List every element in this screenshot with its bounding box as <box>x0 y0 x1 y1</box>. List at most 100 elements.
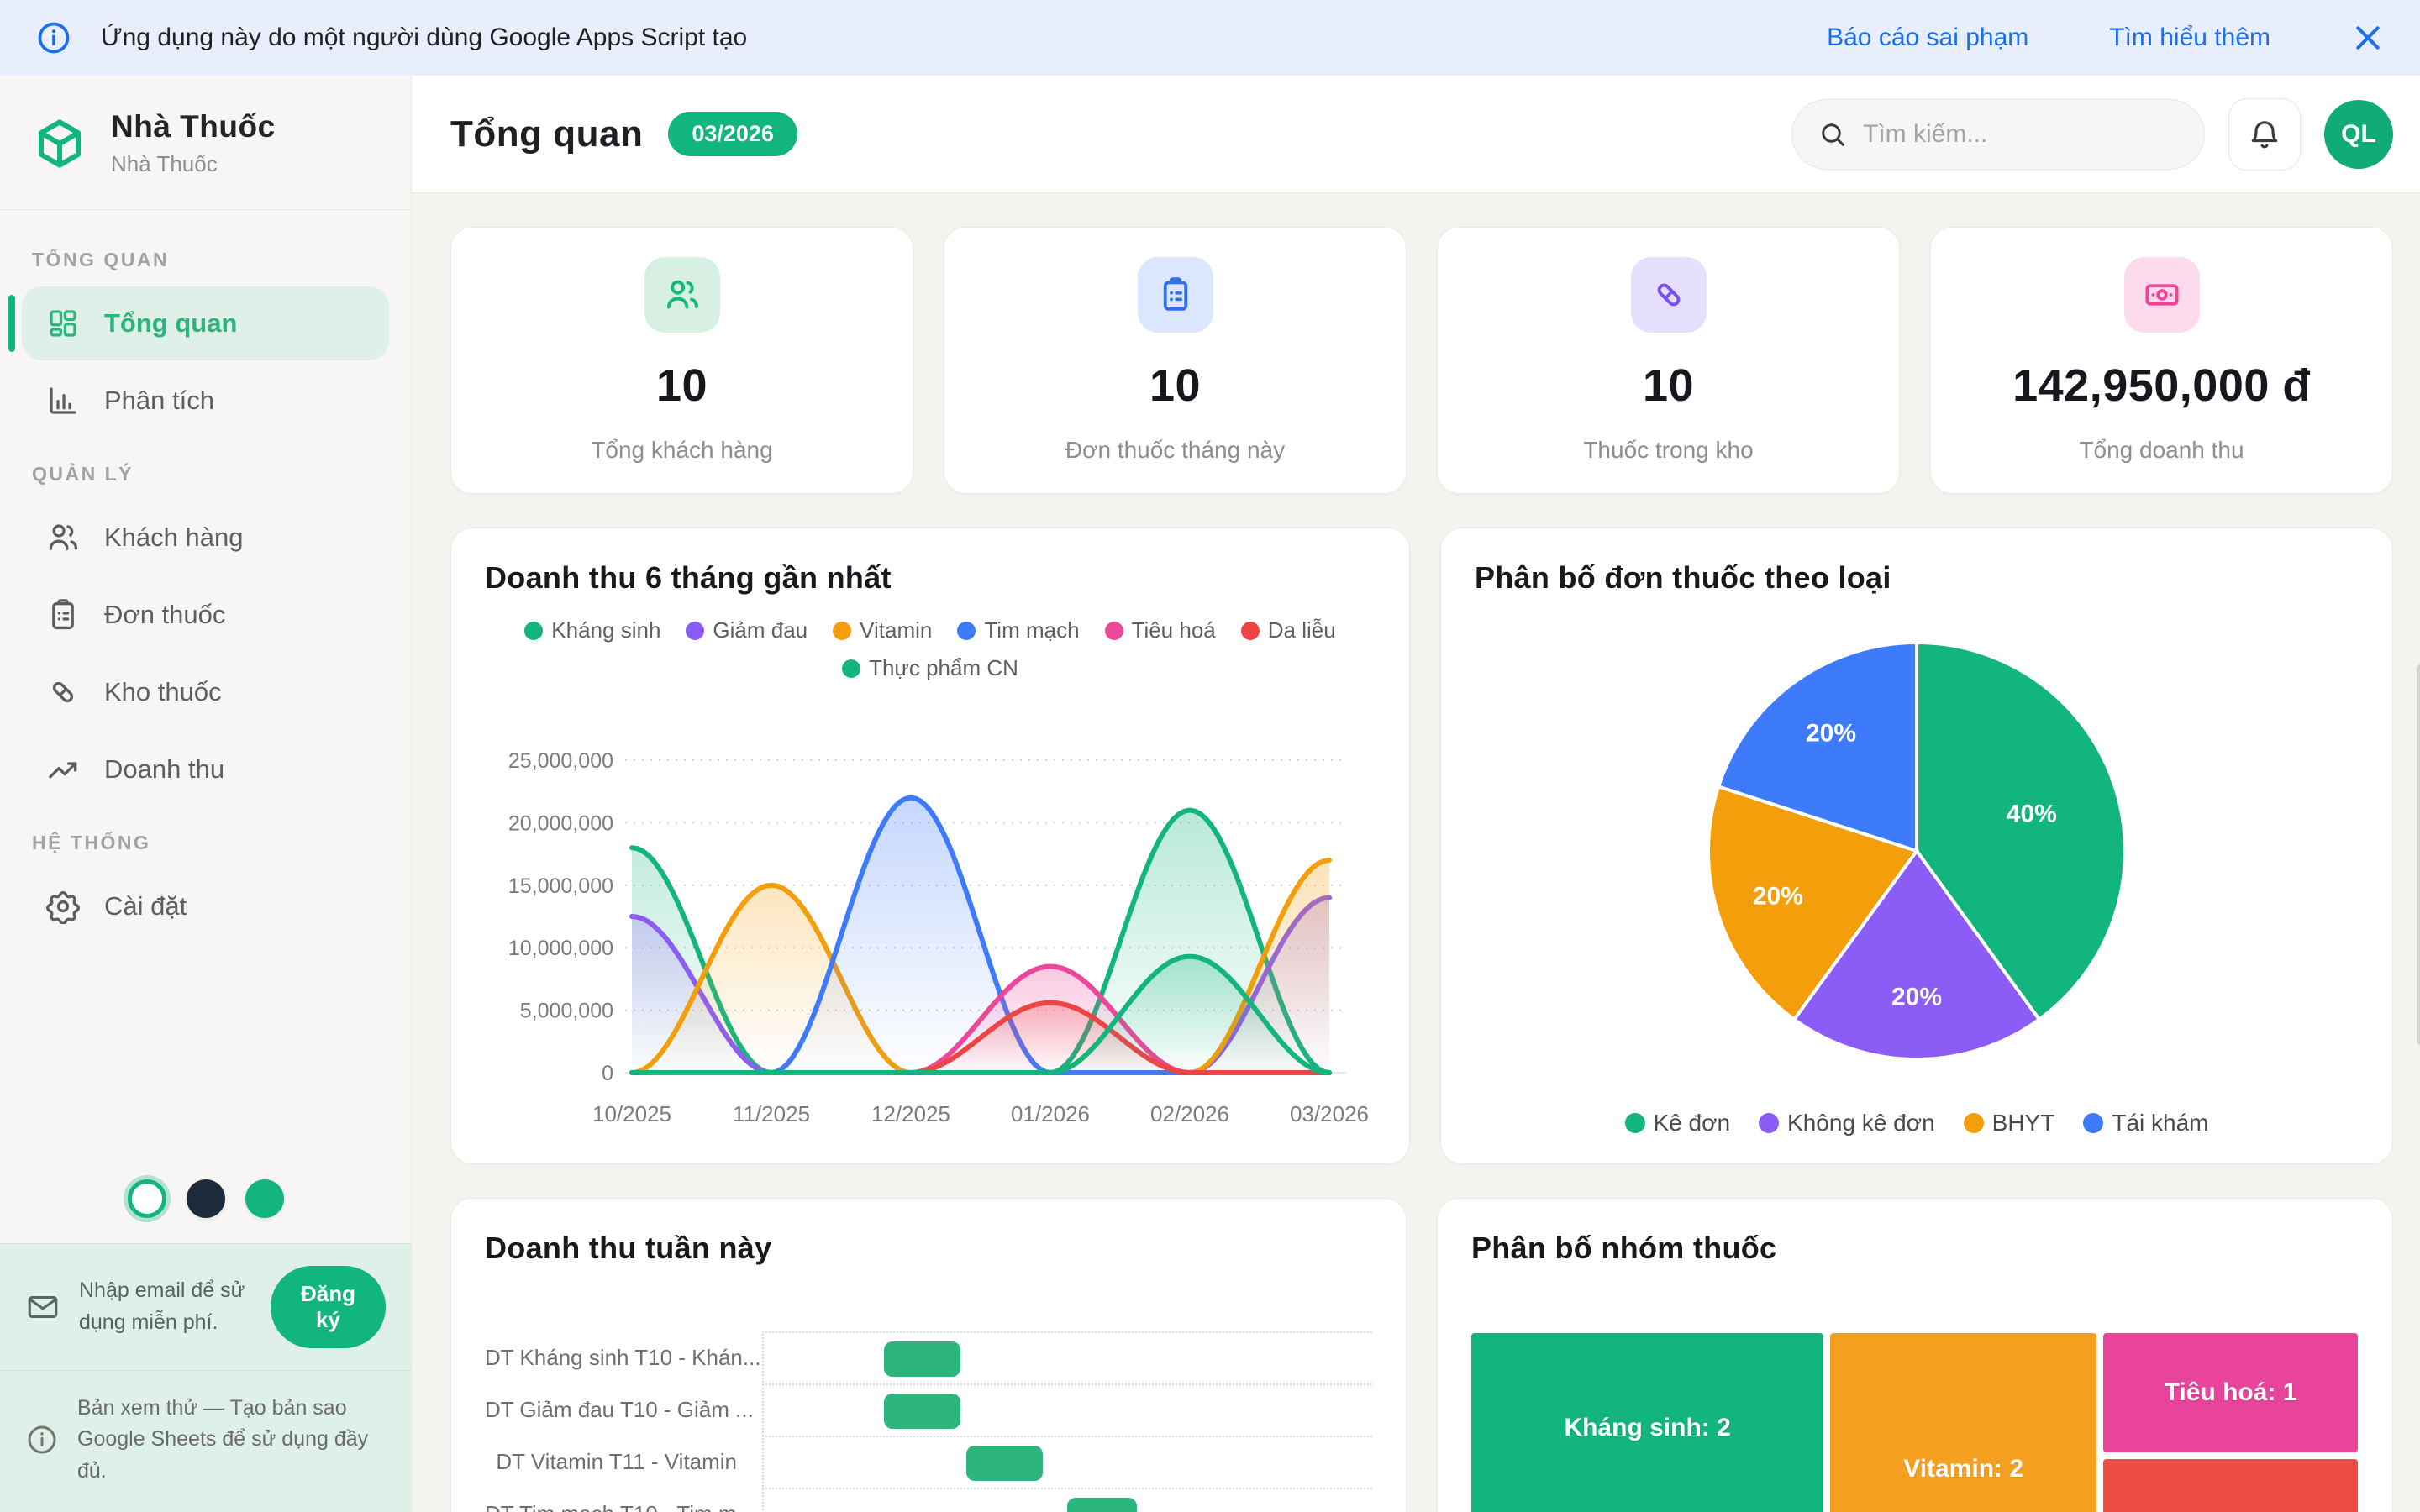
stat-value: 10 <box>656 360 708 412</box>
users-icon <box>663 276 702 314</box>
trend-up-icon <box>45 752 81 787</box>
learn-more-link[interactable]: Tìm hiểu thêm <box>2109 24 2270 52</box>
svg-text:12/2025: 12/2025 <box>871 1101 950 1126</box>
report-abuse-link[interactable]: Báo cáo sai phạm <box>1827 24 2028 52</box>
stat-label: Tổng doanh thu <box>2079 437 2244 464</box>
treemap-cell: Vitamin: 2 <box>1830 1333 2096 1512</box>
timeline-bar <box>884 1341 960 1377</box>
timeline-row-label: DT Tim mạch T10 - Tim m... <box>485 1501 762 1512</box>
month-badge: 03/2026 <box>668 112 797 156</box>
timeline-bar <box>1067 1498 1137 1512</box>
sidebar-item-label: Cài đặt <box>104 891 187 921</box>
legend-item[interactable]: Vitamin <box>833 617 932 643</box>
close-icon <box>2351 21 2385 55</box>
sidebar-item-khách-hàng[interactable]: Khách hàng <box>22 501 389 575</box>
timeline-bar <box>966 1446 1043 1481</box>
legend-item[interactable]: Kê đơn <box>1625 1110 1731 1137</box>
legend-item[interactable]: Tái khám <box>2083 1110 2208 1137</box>
sidebar-item-đơn-thuốc[interactable]: Đơn thuốc <box>22 578 389 652</box>
notifications-button[interactable] <box>2228 98 2301 171</box>
svg-text:40%: 40% <box>2007 801 2057 828</box>
theme-dot-light[interactable] <box>128 1179 166 1218</box>
close-banner-button[interactable] <box>2351 21 2385 55</box>
svg-text:10,000,000: 10,000,000 <box>508 937 613 960</box>
topbar: Tổng quan 03/2026 QL <box>412 76 2420 193</box>
search-input[interactable] <box>1863 120 2179 149</box>
legend-item[interactable]: Tim mạch <box>957 617 1079 643</box>
chart-title: Phân bố nhóm thuốc <box>1471 1231 2359 1266</box>
dashboard-icon <box>45 306 81 341</box>
area-chart-legend: Kháng sinh Giảm đau Vitamin Tim mạch Tiêu ho… <box>510 617 1350 681</box>
timeline-row-label: DT Vitamin T11 - Vitamin <box>485 1449 762 1475</box>
stat-card: 10Đơn thuốc tháng này <box>944 227 1407 494</box>
avatar[interactable]: QL <box>2324 100 2393 169</box>
legend-item[interactable]: Da liễu <box>1241 617 1336 643</box>
email-promo-panel: Nhập email để sử dụng miễn phí. Đăng ký <box>0 1243 411 1370</box>
legend-dot <box>524 622 543 640</box>
brand: Nhà Thuốc Nhà Thuốc <box>0 76 411 210</box>
chart-title: Doanh thu tuần này <box>485 1231 1372 1266</box>
treemap-cell: Tiêu hoá: 1 <box>2103 1333 2358 1452</box>
clipboard-icon <box>1156 276 1195 314</box>
mail-icon <box>25 1289 60 1325</box>
legend-dot <box>686 622 704 640</box>
svg-text:5,000,000: 5,000,000 <box>520 1000 613 1023</box>
stat-value: 10 <box>1643 360 1694 412</box>
sidebar-item-phân-tích[interactable]: Phân tích <box>22 364 389 438</box>
legend-dot <box>1759 1113 1779 1133</box>
timeline-row: DT Vitamin T11 - Vitamin <box>485 1436 1372 1488</box>
signup-button[interactable]: Đăng ký <box>271 1266 386 1348</box>
svg-text:02/2026: 02/2026 <box>1150 1101 1229 1126</box>
week-revenue-card: Doanh thu tuần này DT Kháng sinh T10 - K… <box>450 1198 1407 1512</box>
theme-dot-green[interactable] <box>245 1179 284 1218</box>
stat-label: Thuốc trong kho <box>1583 437 1753 464</box>
nav-section-label: TỔNG QUAN <box>32 249 379 271</box>
treemap-cell <box>2103 1459 2358 1512</box>
stat-label: Đơn thuốc tháng này <box>1065 437 1285 464</box>
timeline-row: DT Tim mạch T10 - Tim m... <box>485 1488 1372 1512</box>
sidebar-item-label: Khách hàng <box>104 522 243 553</box>
svg-text:01/2026: 01/2026 <box>1011 1101 1090 1126</box>
nav-section-label: QUẢN LÝ <box>32 463 379 486</box>
svg-text:15,000,000: 15,000,000 <box>508 874 613 898</box>
area-chart: 05,000,00010,000,00015,000,00020,000,000… <box>485 693 1376 1151</box>
sidebar-nav: TỔNG QUAN Tổng quanPhân tích QUẢN LÝ Khách … <box>0 210 411 1161</box>
treemap-cell: Kháng sinh: 2 <box>1471 1333 1823 1512</box>
main-content: 10Tổng khách hàng10Đơn thuốc tháng này10… <box>412 193 2420 1512</box>
sidebar-item-tổng-quan[interactable]: Tổng quan <box>22 286 389 360</box>
svg-text:20,000,000: 20,000,000 <box>508 811 613 835</box>
clipboard-icon <box>45 597 81 633</box>
brand-name: Nhà Thuốc <box>111 109 276 144</box>
pie-chart-legend: Kê đơn Không kê đơn BHYT Tái khám <box>1497 1110 2337 1137</box>
sidebar-item-label: Kho thuốc <box>104 677 222 707</box>
sidebar-item-doanh-thu[interactable]: Doanh thu <box>22 732 389 806</box>
legend-item[interactable]: Thực phẩm CN <box>842 655 1018 681</box>
pill-icon <box>45 675 81 710</box>
legend-item[interactable]: BHYT <box>1964 1110 2055 1137</box>
chart-title: Phân bố đơn thuốc theo loại <box>1475 560 2359 596</box>
scrollbar-thumb[interactable] <box>2417 664 2420 1046</box>
timeline-axis <box>762 1331 764 1512</box>
info-icon <box>35 19 72 56</box>
bar-chart-icon <box>45 383 81 418</box>
svg-text:25,000,000: 25,000,000 <box>508 749 613 773</box>
nav-section-label: HỆ THỐNG <box>32 832 379 854</box>
legend-item[interactable]: Tiêu hoá <box>1105 617 1216 643</box>
timeline-row: DT Giảm đau T10 - Giảm ... <box>485 1383 1372 1436</box>
sidebar-item-cài-đặt[interactable]: Cài đặt <box>22 869 389 943</box>
legend-item[interactable]: Kháng sinh <box>524 617 660 643</box>
legend-dot <box>1964 1113 1984 1133</box>
legend-item[interactable]: Không kê đơn <box>1759 1110 1935 1137</box>
sidebar: Nhà Thuốc Nhà Thuốc TỔNG QUAN Tổng quanPh… <box>0 76 412 1512</box>
legend-item[interactable]: Giảm đau <box>686 617 808 643</box>
sidebar-item-label: Doanh thu <box>104 754 224 785</box>
legend-dot <box>1241 622 1260 640</box>
theme-dot-dark[interactable] <box>187 1179 225 1218</box>
stat-card: 142,950,000 đTổng doanh thu <box>1930 227 2393 494</box>
brand-subtitle: Nhà Thuốc <box>111 151 276 177</box>
treemap-cell-label: Vitamin: 2 <box>1830 1455 2096 1483</box>
preview-note-panel: Bản xem thử — Tạo bản sao Google Sheets … <box>0 1370 411 1512</box>
sidebar-item-kho-thuốc[interactable]: Kho thuốc <box>22 655 389 729</box>
banknote-icon <box>2143 276 2181 314</box>
timeline-row-label: DT Kháng sinh T10 - Khán... <box>485 1345 762 1371</box>
